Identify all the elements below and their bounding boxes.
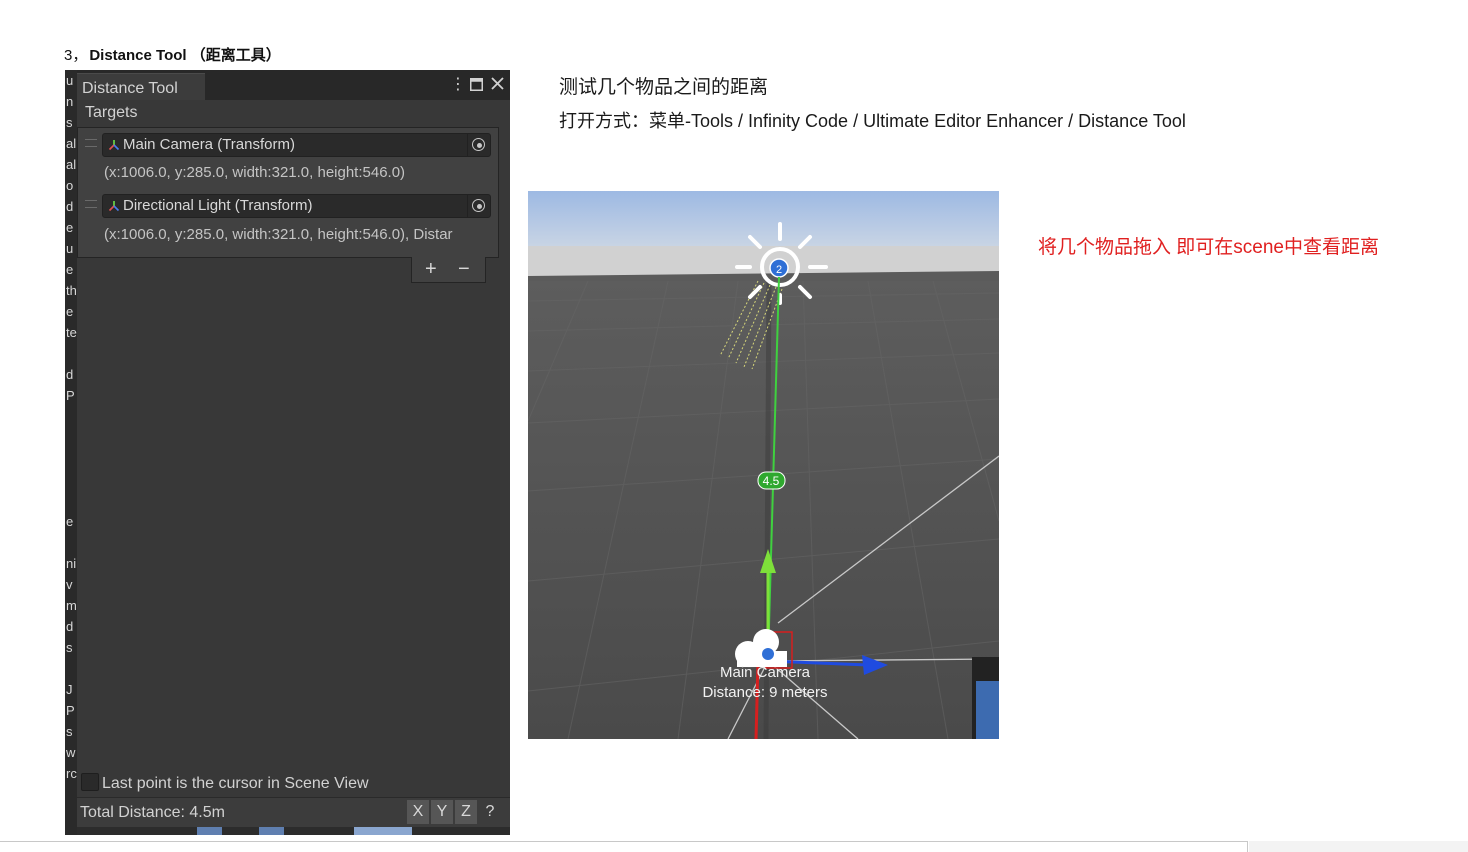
drag-handle-icon[interactable] (85, 200, 97, 208)
section-heading: 3， Distance Tool （距离工具） (64, 44, 281, 65)
scene-view: 2 4.5 Main Camera Distance: 9 meters (528, 191, 999, 739)
target-rect: (x:1006.0, y:285.0, width:321.0, height:… (104, 164, 406, 181)
distance-badge: 4.5 (763, 474, 780, 488)
status-bar: Total Distance: 4.5m X Y Z ? (77, 797, 510, 828)
cursor-checkbox[interactable] (81, 773, 99, 791)
strip-char: e (66, 220, 74, 235)
section-title: Distance Tool (89, 47, 187, 64)
drag-handle-icon[interactable] (85, 139, 97, 147)
strip-char: e (66, 262, 74, 277)
maximize-icon[interactable] (470, 78, 483, 96)
strip-char: d (66, 619, 74, 634)
transform-icon (108, 140, 120, 151)
camera-label: Main Camera (720, 664, 811, 681)
strip-char: P (66, 388, 75, 403)
strip-char: d (66, 367, 74, 382)
tab-distance-tool[interactable]: Distance Tool (77, 73, 205, 100)
page-bottom-rule (0, 841, 1248, 852)
cursor-checkbox-label: Last point is the cursor in Scene View (102, 775, 369, 792)
strip-char: P (66, 703, 75, 718)
strip-char: e (66, 514, 74, 529)
strip-char: ni (66, 556, 77, 571)
strip-char: e (66, 304, 74, 319)
strip-char: te (66, 325, 77, 340)
target-object-field[interactable]: Directional Light (Transform) (102, 194, 491, 218)
strip-char (65, 448, 77, 469)
sky (528, 191, 999, 246)
object-picker-icon[interactable] (467, 195, 490, 217)
strip-char (65, 658, 77, 679)
description-line-2: 打开方式：菜单-Tools / Infinity Code / Ultimate… (559, 111, 1186, 131)
strip-char: n (66, 94, 74, 109)
strip-char: u (66, 73, 74, 88)
page-bottom-gray (1249, 841, 1468, 852)
strip-char: s (66, 115, 73, 130)
object-picker-icon[interactable] (467, 134, 490, 156)
light-badge: 2 (776, 264, 782, 276)
taskbar-strip (77, 827, 510, 835)
strip-char (65, 469, 77, 490)
axis-x-button[interactable]: X (407, 800, 429, 824)
target-name: Main Camera (Transform) (123, 136, 295, 153)
section-subtitle: （距离工具） (190, 47, 281, 64)
section-number: 3， (64, 47, 88, 64)
target-name: Directional Light (Transform) (123, 197, 313, 214)
close-icon[interactable] (491, 77, 504, 95)
add-target-button[interactable]: + (425, 257, 437, 281)
background-window-strip: u n s al al o d e u e th e te d Pe ni v m d s J Ps w rc (65, 70, 77, 835)
transform-icon (108, 201, 120, 212)
scene-render: 2 4.5 Main Camera Distance: 9 meters (528, 191, 999, 739)
axis-z-button[interactable]: Z (455, 800, 477, 824)
strip-char: rc (66, 766, 77, 781)
remove-target-button[interactable]: − (458, 257, 470, 281)
target-rect: (x:1006.0, y:285.0, width:321.0, height:… (104, 226, 453, 243)
strip-char (65, 490, 77, 511)
strip-char: th (66, 283, 77, 298)
help-button[interactable]: ? (479, 800, 501, 824)
targets-list: Main Camera (Transform) (x:1006.0, y:285… (77, 127, 499, 258)
strip-char (65, 406, 77, 427)
strip-char: al (66, 136, 77, 151)
list-add-remove-bar: + − (411, 257, 486, 283)
strip-char: u (66, 241, 74, 256)
total-distance: Total Distance: 4.5m (80, 804, 225, 821)
kebab-menu-icon[interactable]: ⋮ (450, 76, 466, 94)
strip-char: al (66, 157, 77, 172)
strip-char: s (66, 640, 73, 655)
targets-label: Targets (85, 104, 138, 121)
camera-distance-label: Distance: 9 meters (702, 684, 827, 701)
strip-char: w (66, 745, 76, 760)
strip-char: v (66, 577, 73, 592)
red-note: 将几个物品拖入 即可在scene中查看距离 (1038, 237, 1379, 258)
strip-char: J (66, 682, 73, 697)
strip-char: d (66, 199, 74, 214)
target-object-field[interactable]: Main Camera (Transform) (102, 133, 491, 157)
window-tab-bar: Distance Tool ⋮ (77, 70, 510, 100)
strip-char: o (66, 178, 74, 193)
strip-char (65, 343, 77, 364)
distance-tool-window: u n s al al o d e u e th e te d Pe ni v m d s J Ps w rc Distanc… (65, 70, 510, 835)
strip-char (65, 532, 77, 553)
strip-char (65, 427, 77, 448)
strip-char: s (66, 724, 73, 739)
description-line-1: 测试几个物品之间的距离 (559, 77, 769, 98)
strip-char: m (66, 598, 77, 613)
axis-y-button[interactable]: Y (431, 800, 453, 824)
